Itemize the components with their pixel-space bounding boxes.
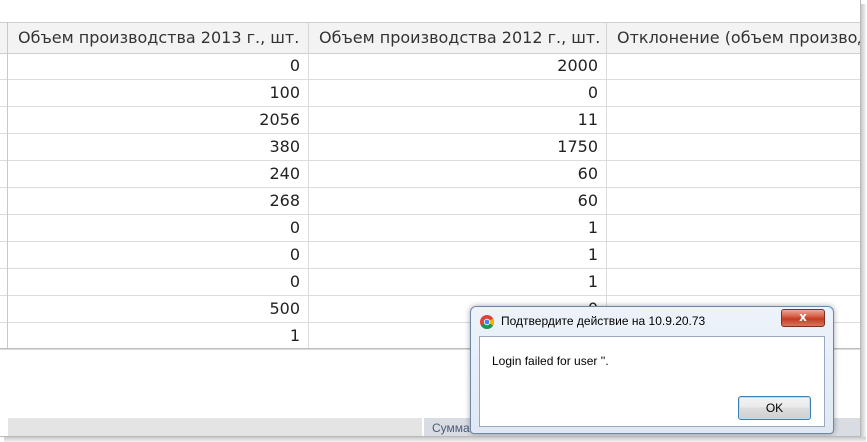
cell-volume-2013[interactable]: 100 xyxy=(8,80,309,106)
dialog-message: Login failed for user ''. xyxy=(492,354,609,368)
cell-deviation[interactable] xyxy=(607,215,860,241)
table-row[interactable]: 2056 11 xyxy=(0,107,860,134)
table-row[interactable]: 01 xyxy=(0,215,860,242)
window-shadow-bottom xyxy=(4,437,866,442)
table-row[interactable]: 380 1750 xyxy=(0,134,860,161)
cell-deviation[interactable] xyxy=(607,242,860,268)
cell-volume-2012[interactable]: 60 xyxy=(309,161,607,187)
table-row[interactable]: 268 60 xyxy=(0,188,860,215)
column-header-volume-2012[interactable]: Объем производства 2012 г., шт. xyxy=(309,23,607,53)
cell-volume-2013[interactable]: 240 xyxy=(8,161,309,187)
grid-top-area xyxy=(0,0,860,22)
cell-volume-2012[interactable]: 60 xyxy=(309,188,607,214)
table-row[interactable]: 01 xyxy=(0,242,860,269)
dialog-body: Login failed for user ''. OK xyxy=(479,336,825,427)
cell-volume-2013[interactable]: 0 xyxy=(8,53,309,79)
data-grid: Объем производства 2013 г., шт. Объем пр… xyxy=(0,0,860,350)
close-button[interactable]: x xyxy=(781,309,825,327)
ok-button[interactable]: OK xyxy=(738,396,811,420)
table-row[interactable]: 100 0 xyxy=(0,80,860,107)
cell-volume-2012[interactable]: 0 xyxy=(309,80,607,106)
cell-volume-2012[interactable]: 1750 xyxy=(309,134,607,160)
dialog-title: Подтвердите действие на 10.9.20.73 xyxy=(501,314,706,328)
cell-deviation[interactable] xyxy=(607,134,860,160)
cell-volume-2013[interactable]: 268 xyxy=(8,188,309,214)
cell-volume-2013[interactable]: 380 xyxy=(8,134,309,160)
column-header-volume-2013[interactable]: Объем производства 2013 г., шт. xyxy=(8,23,309,53)
cell-volume-2013[interactable]: 0 xyxy=(8,269,309,295)
table-row[interactable]: 01 xyxy=(0,269,860,296)
cell-deviation[interactable] xyxy=(607,188,860,214)
chrome-icon xyxy=(480,315,494,329)
cell-volume-2012[interactable]: 1 xyxy=(309,242,607,268)
grid-left-border xyxy=(7,22,8,349)
cell-volume-2012[interactable]: 1 xyxy=(309,215,607,241)
cell-volume-2013[interactable]: 2056 xyxy=(8,107,309,133)
cell-deviation[interactable] xyxy=(607,107,860,133)
cell-deviation[interactable] xyxy=(607,80,860,106)
cell-deviation[interactable] xyxy=(607,161,860,187)
window-shadow-right xyxy=(861,4,866,440)
cell-deviation[interactable] xyxy=(607,269,860,295)
cell-volume-2012[interactable]: 11 xyxy=(309,107,607,133)
cell-volume-2013[interactable]: 1 xyxy=(8,323,309,349)
cell-volume-2013[interactable]: 0 xyxy=(8,215,309,241)
grid-header: Объем производства 2013 г., шт. Объем пр… xyxy=(0,22,860,54)
cell-volume-2012[interactable]: 1 xyxy=(309,269,607,295)
table-row[interactable]: 240 60 xyxy=(0,161,860,188)
cell-volume-2013[interactable]: 0 xyxy=(8,242,309,268)
summary-label[interactable]: Сумма xyxy=(432,421,470,435)
cell-volume-2013[interactable]: 500 xyxy=(8,296,309,322)
table-row[interactable]: 0 2000 xyxy=(0,53,860,80)
column-header-deviation[interactable]: Отклонение (объем производ xyxy=(607,23,860,53)
confirm-dialog: Подтвердите действие на 10.9.20.73 x Log… xyxy=(470,306,834,434)
app-window: Объем производства 2013 г., шт. Объем пр… xyxy=(0,0,861,437)
cell-deviation[interactable] xyxy=(607,53,860,79)
cell-volume-2012[interactable]: 2000 xyxy=(309,53,607,79)
